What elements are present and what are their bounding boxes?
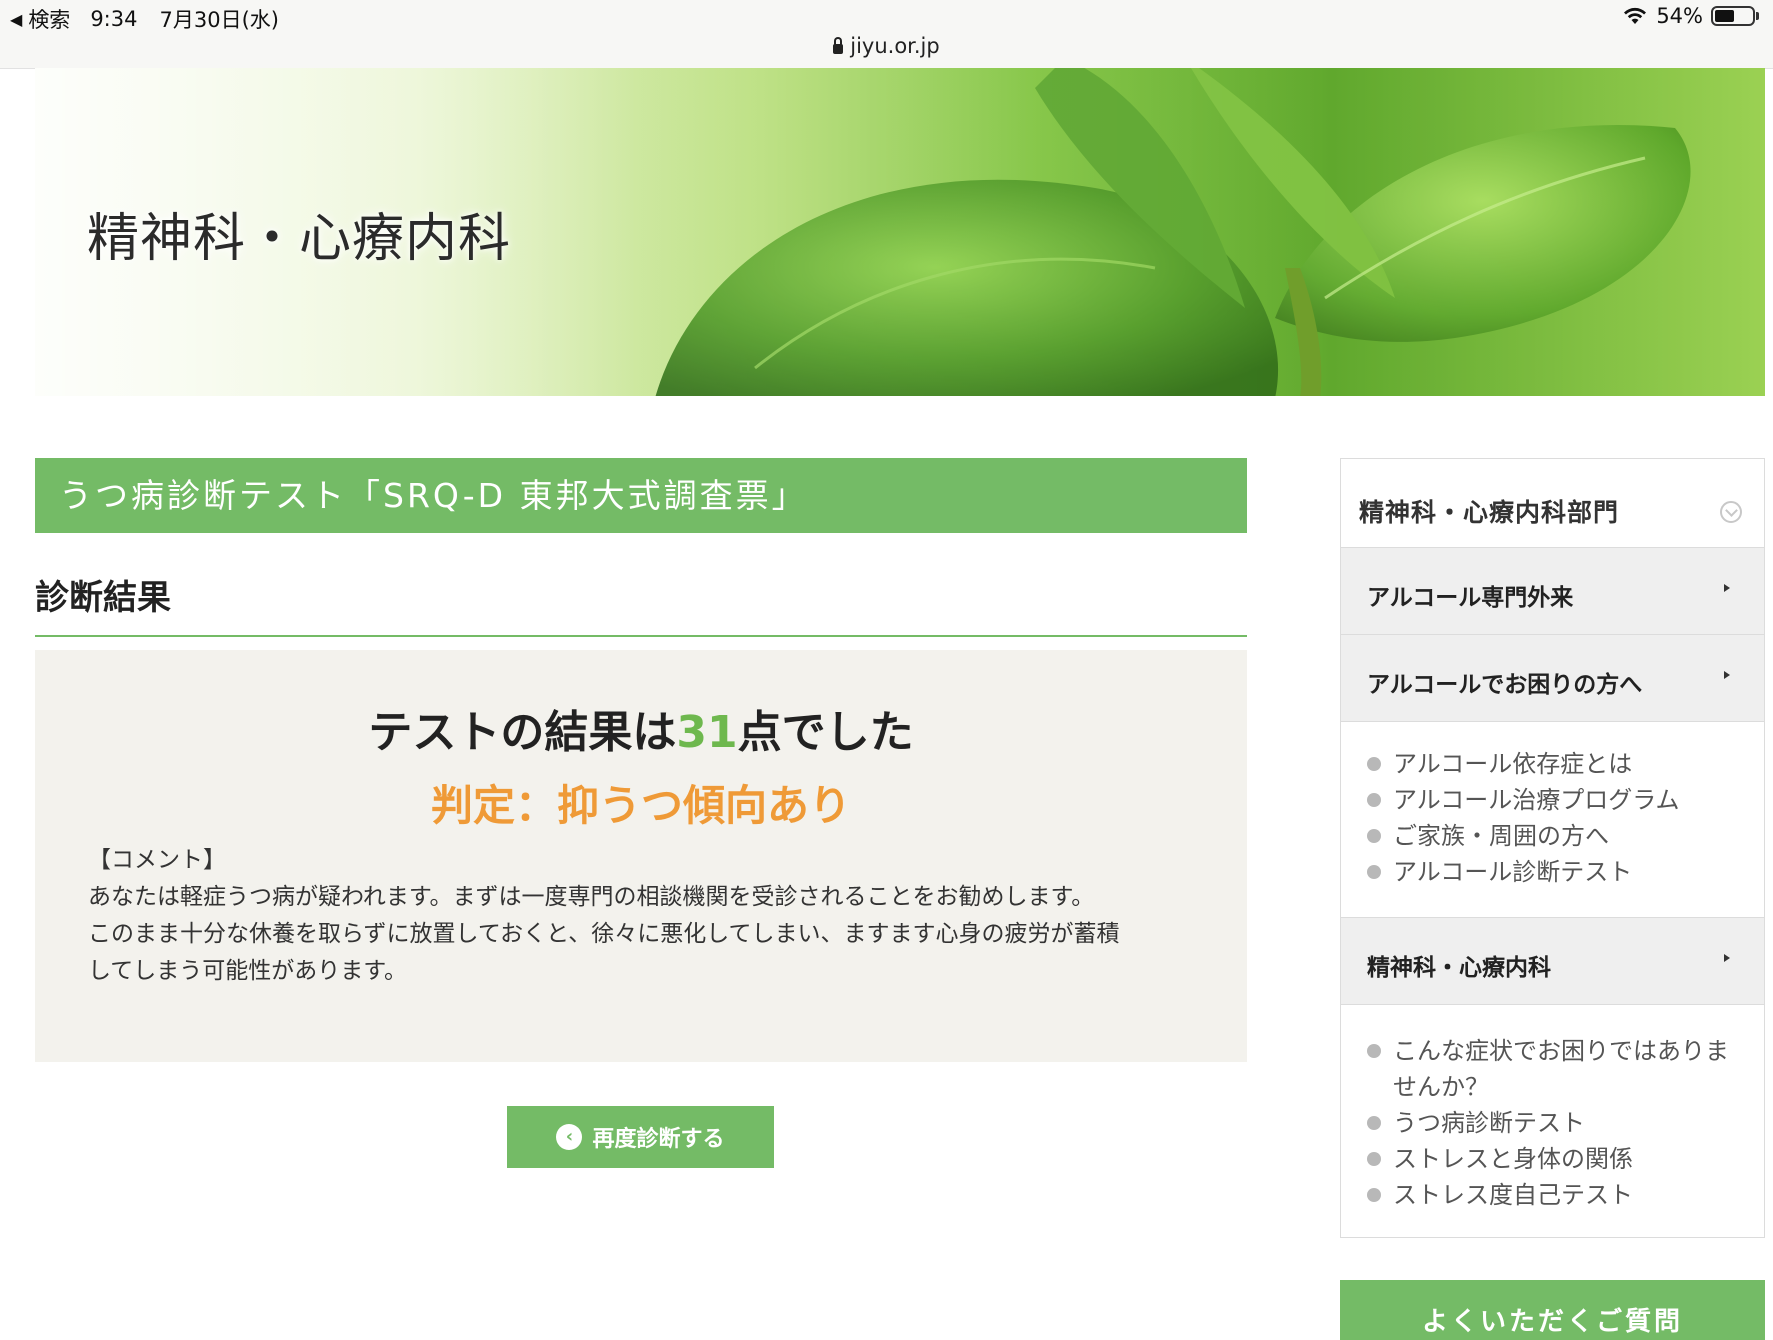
status-date: 7月30日(水) <box>159 8 279 32</box>
submenu-link[interactable]: アルコール依存症とは <box>1365 746 1740 782</box>
url-text: jiyu.or.jp <box>850 34 940 58</box>
lock-icon <box>833 37 844 54</box>
battery-icon <box>1711 6 1755 26</box>
comment-block: 【コメント】 あなたは軽症うつ病が疑われます。まずは一度専門の相談機関を受診され… <box>88 842 1208 990</box>
status-bar: ◀ 検索 9:34 7月30日(水) 54% jiyu.or.jp <box>0 0 1773 69</box>
back-triangle-icon[interactable]: ◀ <box>10 10 22 29</box>
submenu-link[interactable]: ご家族・周囲の方へ <box>1365 818 1740 854</box>
chevron-left-circle-icon: ‹ <box>556 1124 583 1150</box>
retry-label: 再度診断する <box>592 1127 725 1152</box>
chevron-right-icon <box>1724 584 1730 592</box>
submenu-link-label[interactable]: こんな症状でお困りではありま <box>1393 1037 1729 1065</box>
comment-line: このまま十分な休養を取らずに放置しておくと、徐々に悪化してしまい、ますます心身の… <box>88 921 1120 947</box>
sidebar-item-label: 精神科・心療内科 <box>1367 955 1551 981</box>
submenu-link-label[interactable]: アルコール治療プログラム <box>1393 786 1680 814</box>
alcohol-submenu: アルコール依存症とは アルコール治療プログラム ご家族・周囲の方へ アルコール診… <box>1341 722 1764 918</box>
submenu-link-label-cont[interactable]: せんか？ <box>1393 1073 1489 1101</box>
faq-banner[interactable]: よくいただくご質問 <box>1340 1280 1765 1340</box>
submenu-link-label[interactable]: アルコール診断テスト <box>1393 858 1632 886</box>
status-right: 54% <box>1622 4 1759 28</box>
score-value: 31 <box>676 707 738 758</box>
section-title-bar: うつ病診断テスト「SRQ-D 東邦大式調査票」 <box>35 458 1247 533</box>
comment-label: 【コメント】 <box>88 847 226 873</box>
bullet-dot-icon <box>1367 1116 1381 1130</box>
sidebar-title: 精神科・心療内科部門 <box>1359 498 1620 527</box>
sidebar-header[interactable]: 精神科・心療内科部門 <box>1341 459 1764 548</box>
submenu-link-label[interactable]: うつ病診断テスト <box>1393 1109 1585 1137</box>
status-left: ◀ 検索 9:34 7月30日(水) <box>10 4 279 34</box>
submenu-link-label[interactable]: ストレスと身体の関係 <box>1393 1145 1633 1173</box>
battery-fill <box>1715 10 1735 22</box>
submenu-link[interactable]: こんな症状でお困りではありま せんか？ <box>1365 1033 1740 1105</box>
submenu-link[interactable]: アルコール治療プログラム <box>1365 782 1740 818</box>
score-prefix: テストの結果は <box>368 707 677 758</box>
score-suffix: 点でした <box>737 707 914 758</box>
url-bar[interactable]: jiyu.or.jp <box>0 34 1773 58</box>
wifi-icon <box>1624 7 1647 24</box>
bullet-dot-icon <box>1367 1188 1381 1202</box>
submenu-link-label[interactable]: ストレス度自己テスト <box>1393 1181 1633 1209</box>
sidebar-item-alcohol-help[interactable]: アルコールでお困りの方へ <box>1341 635 1764 722</box>
bullet-dot-icon <box>1367 829 1381 843</box>
score-line: テストの結果は31点でした <box>35 696 1247 760</box>
sidebar-item-psychiatry[interactable]: 精神科・心療内科 <box>1341 918 1764 1005</box>
battery-nub <box>1756 12 1759 20</box>
hero-banner: 精神科・心療内科 <box>35 68 1765 396</box>
chevron-down-circle-icon[interactable] <box>1720 501 1742 523</box>
chevron-right-icon <box>1724 954 1730 962</box>
bullet-dot-icon <box>1367 757 1381 771</box>
battery-percent: 54% <box>1656 4 1703 28</box>
hero-title: 精神科・心療内科 <box>87 209 512 269</box>
sidebar: 精神科・心療内科部門 アルコール専門外来 アルコールでお困りの方へ アルコール依… <box>1340 458 1765 1238</box>
psychiatry-submenu: こんな症状でお困りではありま せんか？ うつ病診断テスト ストレスと身体の関係 ス… <box>1341 1005 1764 1241</box>
bullet-dot-icon <box>1367 1152 1381 1166</box>
submenu-link-label[interactable]: ご家族・周囲の方へ <box>1393 822 1609 850</box>
retry-diagnosis-button[interactable]: ‹ 再度診断する <box>507 1106 774 1168</box>
result-box: テストの結果は31点でした 判定：抑うつ傾向あり 【コメント】 あなたは軽症うつ… <box>35 650 1247 1062</box>
verdict: 判定：抑うつ傾向あり <box>430 781 851 830</box>
bullet-dot-icon <box>1367 1044 1381 1058</box>
sidebar-item-label: アルコール専門外来 <box>1367 585 1574 611</box>
back-to-search-link[interactable]: 検索 <box>28 4 70 34</box>
comment-line: してしまう可能性があります。 <box>88 958 408 984</box>
result-heading: 診断結果 <box>35 570 1247 637</box>
submenu-link-label[interactable]: アルコール依存症とは <box>1393 750 1632 778</box>
submenu-link[interactable]: ストレス度自己テスト <box>1365 1177 1740 1213</box>
comment-line: あなたは軽症うつ病が疑われます。まずは一度専門の相談機関を受診されることをお勧め… <box>88 884 1095 910</box>
submenu-link[interactable]: うつ病診断テスト <box>1365 1105 1740 1141</box>
chevron-right-icon <box>1724 671 1730 679</box>
submenu-link[interactable]: アルコール診断テスト <box>1365 854 1740 890</box>
submenu-link[interactable]: ストレスと身体の関係 <box>1365 1141 1740 1177</box>
bullet-dot-icon <box>1367 865 1381 879</box>
sidebar-item-alcohol-outpatient[interactable]: アルコール専門外来 <box>1341 548 1764 635</box>
sidebar-item-label: アルコールでお困りの方へ <box>1367 672 1643 698</box>
bullet-dot-icon <box>1367 793 1381 807</box>
status-time: 9:34 <box>90 7 138 31</box>
